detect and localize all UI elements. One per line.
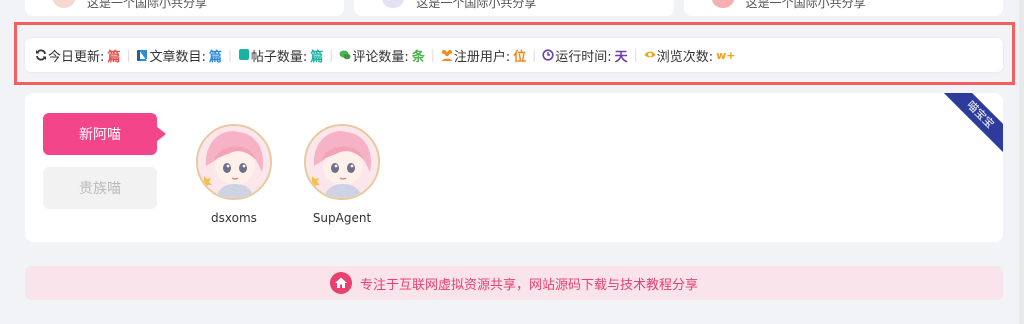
username[interactable]: SupAgent [302, 211, 382, 225]
site-slogan-bar: 专注于互联网虚拟资源共享，网站源码下载与技术教程分享 [25, 266, 1003, 300]
username[interactable]: dsxoms [194, 211, 274, 225]
card-text: 这是一个国际小共分享 [745, 0, 866, 10]
highlight-box [14, 22, 1015, 85]
tab-noble-meow[interactable]: 贵族喵 [43, 167, 157, 209]
avatar[interactable] [304, 124, 380, 200]
top-cards: 这是一个国际小共分享 这是一个国际小共分享 这是一个国际小共分享 [25, 0, 1003, 16]
card-text: 这是一个国际小共分享 [87, 0, 208, 10]
card-avatar [53, 0, 75, 8]
new-users-panel: 新阿喵 贵族喵 dsxoms SupAgent 喵宝宝 [25, 93, 1003, 242]
home-icon[interactable] [329, 272, 352, 294]
scrollbar[interactable] [1019, 0, 1024, 324]
top-card[interactable]: 这是一个国际小共分享 [354, 0, 674, 16]
user-card[interactable]: dsxoms [194, 124, 274, 225]
avatar[interactable] [196, 124, 272, 200]
user-card[interactable]: SupAgent [302, 124, 382, 225]
tab-new-meow[interactable]: 新阿喵 [43, 113, 166, 155]
card-avatar [711, 0, 734, 8]
card-text: 这是一个国际小共分享 [416, 0, 537, 10]
card-avatar [382, 0, 405, 8]
top-card[interactable]: 这是一个国际小共分享 [25, 0, 345, 16]
slogan-text: 专注于互联网虚拟资源共享，网站源码下载与技术教程分享 [359, 277, 698, 293]
corner-ribbon: 喵宝宝 [937, 93, 1003, 158]
top-card[interactable]: 这是一个国际小共分享 [683, 0, 1003, 16]
